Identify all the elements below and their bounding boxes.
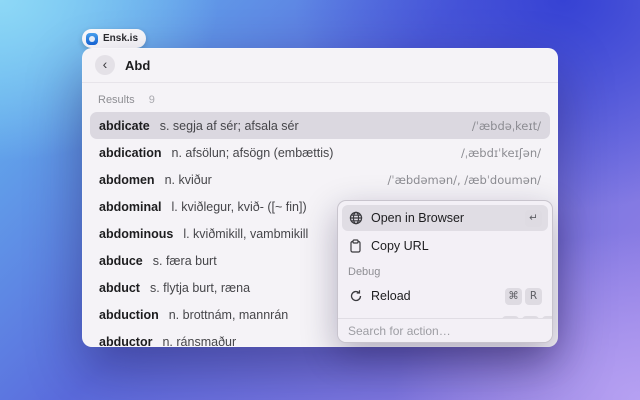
action-menu-item[interactable]: Reload ⌘ R — [342, 283, 548, 309]
action-search-input[interactable] — [338, 323, 552, 338]
result-word: abdomen — [99, 172, 155, 187]
shortcut-key: R — [525, 287, 542, 305]
app-icon — [86, 32, 98, 45]
result-pronunciation: /ˌæbdɪˈkeɪʃən/ — [460, 145, 541, 160]
result-definition: l. kviðlegur, kvið- ([~ fin]) — [171, 199, 307, 214]
shortcut-keys: ⌘ R — [505, 287, 542, 305]
action-menu-item-label: Open in Browser — [371, 211, 465, 225]
debug-section-label: Debug — [348, 266, 381, 278]
action-menu: Open in Browser ↵ Copy URL Debug Reload … — [337, 200, 553, 343]
result-definition: n. kviður — [164, 172, 212, 187]
result-word: abduct — [99, 280, 140, 295]
shortcut-key: ⌘ — [505, 287, 522, 305]
action-menu-main-group: Open in Browser ↵ Copy URL — [342, 205, 548, 259]
shortcut-key: ↵ — [525, 209, 542, 227]
clipboard-icon — [348, 239, 363, 254]
result-row[interactable]: abdication n. afsölun; afsögn (embættis)… — [90, 139, 550, 166]
results-header: Results 9 — [98, 94, 542, 106]
shortcut-keys: ↵ — [525, 209, 542, 227]
result-definition: n. ránsmaður — [162, 334, 237, 348]
window-header: ‹ Abd — [82, 48, 558, 83]
result-definition: n. afsölun; afsögn (embættis) — [171, 145, 334, 160]
result-word: abdication — [99, 145, 162, 160]
action-menu-item[interactable]: Copy URL — [342, 233, 548, 259]
result-word: abduction — [99, 307, 159, 322]
action-menu-item[interactable]: Open Support Directory ⌘⇧S — [342, 311, 552, 318]
reload-icon — [348, 289, 363, 304]
results-count: 9 — [148, 94, 155, 106]
action-menu-item-label: Copy URL — [371, 239, 429, 253]
action-menu-debug-group: Reload ⌘R Open Support Directory ⌘⇧S — [342, 283, 552, 318]
result-row[interactable]: abdicate s. segja af sér; afsala sér /ˈæ… — [90, 112, 550, 139]
result-definition: s. segja af sér; afsala sér — [159, 118, 299, 133]
result-word: abdominal — [99, 199, 162, 214]
action-menu-list: Open in Browser ↵ Copy URL Debug Reload … — [338, 201, 552, 318]
back-button[interactable]: ‹ — [95, 55, 115, 75]
action-menu-item[interactable]: Open in Browser ↵ — [342, 205, 548, 231]
result-word: abduce — [99, 253, 143, 268]
search-query[interactable]: Abd — [125, 58, 150, 73]
result-word: abductor — [99, 334, 153, 348]
result-pronunciation: /ˈæbdəˌkeɪt/ — [471, 118, 541, 133]
result-row[interactable]: abdomen n. kviður /ˈæbdəmən/, /æbˈdoumən… — [90, 166, 550, 193]
result-pronunciation: /ˈæbdəmən/, /æbˈdoumən/ — [387, 172, 541, 187]
result-definition: s. flytja burt, ræna — [149, 280, 251, 295]
app-name-tooltip: Ensk.is — [82, 29, 147, 48]
result-definition: n. brottnám, mannrán — [168, 307, 289, 322]
results-label: Results — [98, 94, 135, 106]
chevron-left-icon: ‹ — [102, 56, 108, 72]
result-definition: s. færa burt — [152, 253, 217, 268]
action-search-bar — [338, 318, 552, 342]
result-definition: l. kviðmikill, vambmikill — [183, 226, 309, 241]
result-word: abdicate — [99, 118, 150, 133]
action-menu-item-label: Reload — [371, 289, 411, 303]
app-name-label: Ensk.is — [103, 33, 139, 44]
globe-icon — [348, 211, 363, 226]
result-word: abdominous — [99, 226, 174, 241]
